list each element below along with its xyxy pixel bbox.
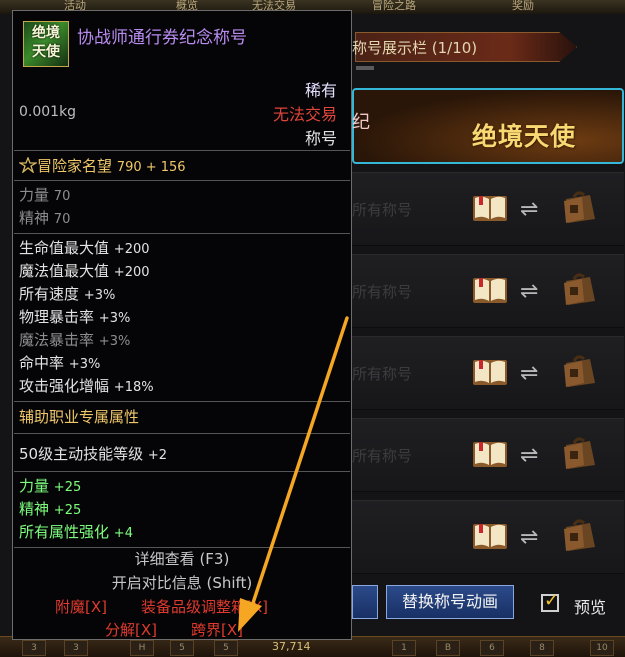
annotation-arrow xyxy=(238,316,349,632)
arrow-shaft xyxy=(250,316,349,608)
arrow-head xyxy=(238,598,262,632)
